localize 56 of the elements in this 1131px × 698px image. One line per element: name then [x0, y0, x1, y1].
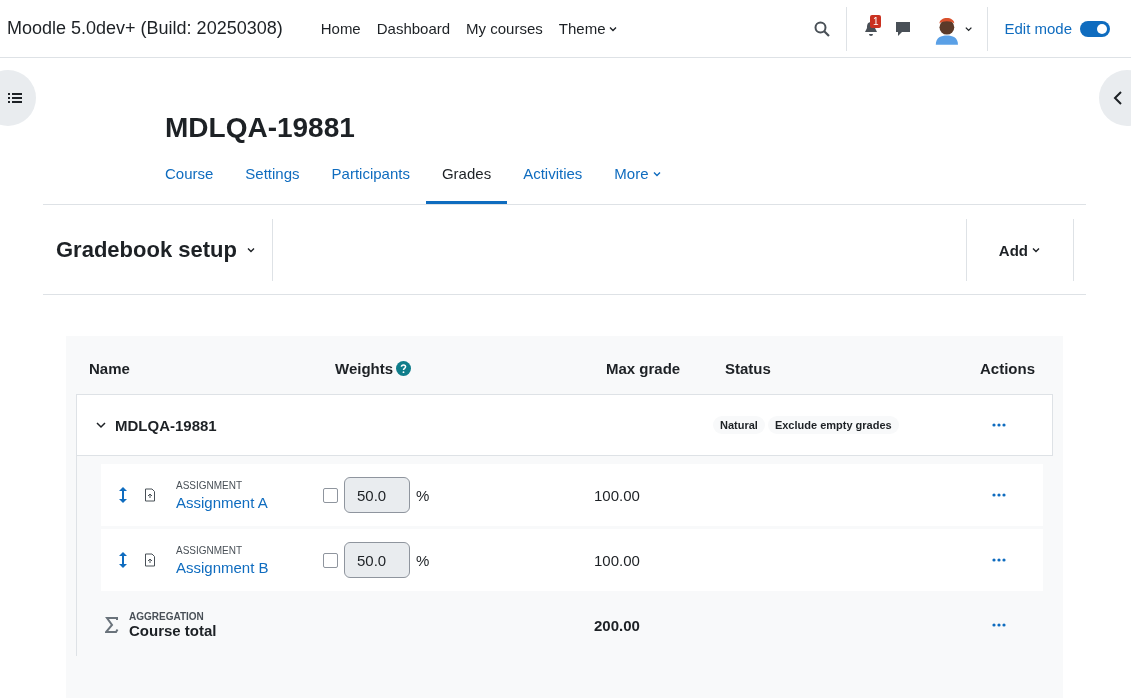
column-header: Status	[724, 359, 772, 377]
nav-tab[interactable]: Activities	[507, 145, 599, 204]
item-type-label: ASSIGNMENT	[176, 479, 244, 491]
nav-link[interactable]: Theme	[550, 20, 627, 37]
nav-tab[interactable]: Settings	[229, 145, 316, 204]
caret-icon	[245, 245, 256, 255]
site-title[interactable]: Moodle 5.0dev+ (Build: 20250308)	[7, 18, 283, 39]
nav-tab[interactable]: Grades	[425, 145, 508, 204]
weight-override-checkbox[interactable]	[323, 487, 338, 503]
more-icon	[992, 423, 1006, 427]
edit-mode-label: Edit mode	[1004, 20, 1072, 37]
assignment-icon	[144, 488, 156, 502]
item-link[interactable]: Assignment B	[176, 558, 269, 576]
help-icon[interactable]	[396, 360, 412, 376]
weight-override-checkbox[interactable]	[323, 552, 338, 568]
column-header: Weights	[322, 359, 593, 377]
more-icon	[992, 558, 1006, 562]
nav-tab[interactable]: More	[598, 145, 678, 204]
max-grade: 200.00	[594, 616, 641, 634]
column-header: Max grade	[605, 359, 682, 377]
nav-link[interactable]: Dashboard	[368, 20, 459, 37]
nav-tab[interactable]: Participants	[315, 145, 426, 204]
caret-icon	[1031, 245, 1041, 255]
status-badge: Natural	[713, 416, 765, 434]
assignment-icon	[144, 553, 156, 567]
move-icon[interactable]	[117, 551, 129, 569]
course-total-label: Course total	[129, 622, 217, 639]
search-icon	[814, 20, 831, 37]
sigma-icon	[105, 617, 119, 633]
more-icon	[992, 493, 1006, 497]
item-link[interactable]: Assignment A	[176, 493, 268, 511]
course-title: MDLQA-19881	[164, 111, 356, 145]
max-grade: 100.00	[594, 486, 641, 504]
nav-link[interactable]: Home	[312, 20, 369, 37]
more-icon	[992, 623, 1006, 627]
item-type-label: ASSIGNMENT	[176, 544, 244, 556]
chat-bubble-icon	[895, 20, 912, 37]
max-grade: 100.00	[594, 551, 641, 569]
notifications-button[interactable]: 1	[855, 12, 888, 45]
edit-mode-switch[interactable]	[1080, 20, 1110, 37]
column-header: Name	[88, 359, 131, 377]
column-header: Actions	[979, 359, 1036, 377]
item-type-label: AGGREGATION	[129, 611, 205, 622]
status-badge: Exclude empty grades	[767, 416, 899, 434]
list-icon	[8, 92, 22, 104]
chevron-icon[interactable]	[95, 419, 107, 431]
nav-tab[interactable]: Course	[149, 145, 230, 204]
move-icon[interactable]	[117, 486, 129, 504]
percent-sign: %	[416, 551, 430, 569]
add-button[interactable]: Add	[965, 219, 1074, 281]
percent-sign: %	[416, 486, 430, 504]
category-name: MDLQA-19881	[115, 416, 217, 434]
notification-count: 1	[869, 14, 882, 28]
nav-link[interactable]: My courses	[458, 20, 551, 37]
gradebook-setup-menu[interactable]: Gradebook setup	[43, 219, 273, 281]
chevron-left-icon	[1113, 91, 1123, 105]
